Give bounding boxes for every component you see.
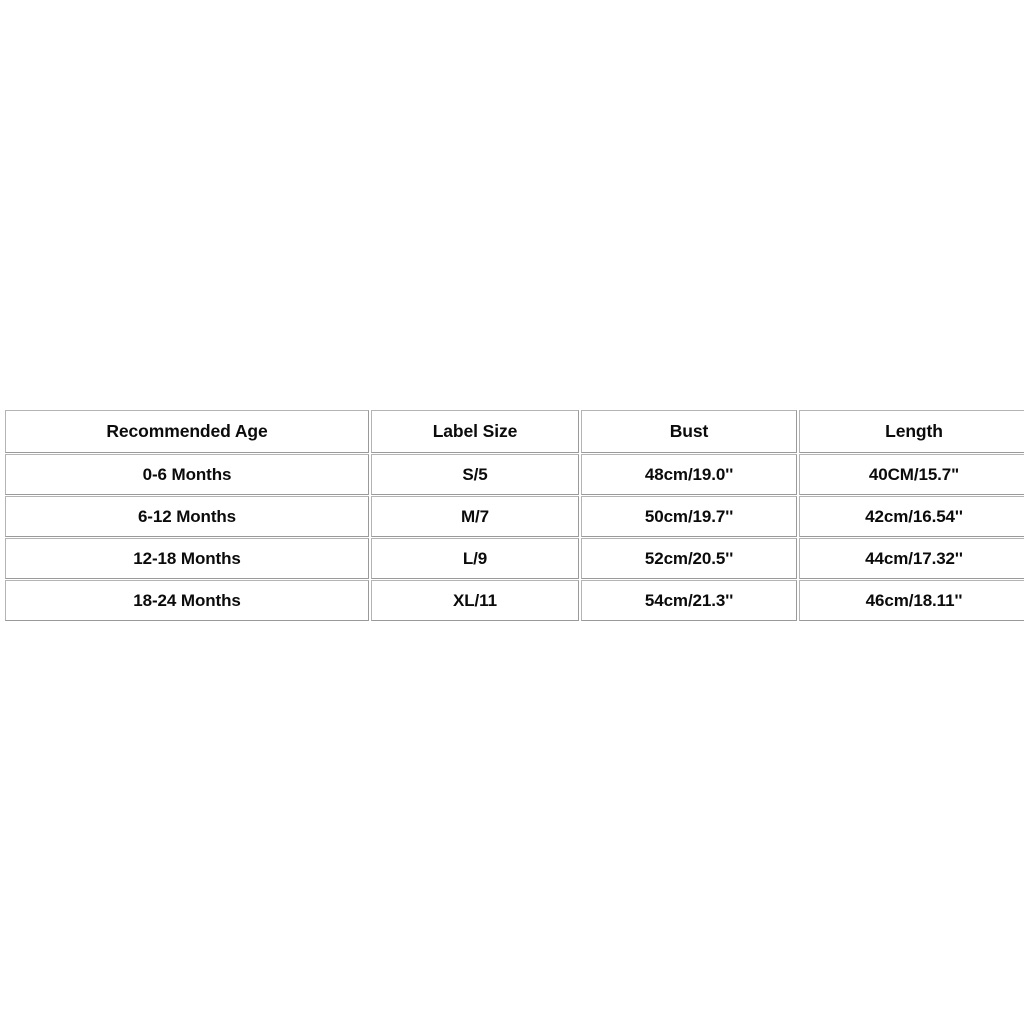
- cell-length: 46cm/18.11'': [799, 580, 1024, 621]
- column-header-label: Recommended Age: [106, 420, 268, 441]
- cell-recommended-age: 6-12 Months: [5, 496, 369, 537]
- cell-text: 42cm/16.54'': [865, 507, 963, 526]
- cell-text: 6-12 Months: [137, 507, 237, 526]
- cell-label-size: M/7: [371, 496, 579, 537]
- cell-text: M/7: [460, 507, 490, 526]
- cell-bust: 52cm/20.5'': [581, 538, 797, 579]
- cell-label-size: S/5: [371, 454, 579, 495]
- cell-text: 40CM/15.7": [868, 465, 960, 484]
- cell-text: 18-24 Months: [133, 591, 241, 610]
- column-header-label: Label Size: [432, 420, 518, 441]
- cell-recommended-age: 0-6 Months: [5, 454, 369, 495]
- column-header-recommended-age: Recommended Age: [5, 410, 369, 453]
- size-chart-container: Recommended Age Label Size Bust Length 0…: [3, 409, 1024, 622]
- cell-text: 50cm/19.7'': [644, 507, 734, 526]
- cell-text: 52cm/20.5'': [644, 549, 734, 568]
- table-row: 6-12 Months M/7 50cm/19.7'' 42cm/16.54'': [5, 496, 1024, 537]
- cell-text: 0-6 Months: [142, 465, 232, 484]
- cell-text: 48cm/19.0'': [644, 465, 734, 484]
- size-chart-table: Recommended Age Label Size Bust Length 0…: [3, 409, 1024, 622]
- table-row: 18-24 Months XL/11 54cm/21.3'' 46cm/18.1…: [5, 580, 1024, 621]
- column-header-label: Length: [885, 420, 943, 441]
- cell-label-size: XL/11: [371, 580, 579, 621]
- cell-label-size: L/9: [371, 538, 579, 579]
- cell-bust: 54cm/21.3'': [581, 580, 797, 621]
- column-header-label-size: Label Size: [371, 410, 579, 453]
- table-row: 12-18 Months L/9 52cm/20.5'' 44cm/17.32'…: [5, 538, 1024, 579]
- cell-text: 12-18 Months: [133, 549, 241, 568]
- cell-length: 44cm/17.32'': [799, 538, 1024, 579]
- cell-text: 54cm/21.3'': [644, 591, 734, 610]
- cell-length: 42cm/16.54'': [799, 496, 1024, 537]
- table-row: 0-6 Months S/5 48cm/19.0'' 40CM/15.7": [5, 454, 1024, 495]
- cell-recommended-age: 18-24 Months: [5, 580, 369, 621]
- cell-length: 40CM/15.7": [799, 454, 1024, 495]
- cell-text: S/5: [462, 465, 488, 484]
- column-header-length: Length: [799, 410, 1024, 453]
- cell-bust: 48cm/19.0'': [581, 454, 797, 495]
- cell-text: L/9: [462, 549, 488, 568]
- cell-recommended-age: 12-18 Months: [5, 538, 369, 579]
- cell-text: 46cm/18.11'': [865, 591, 963, 610]
- cell-text: XL/11: [453, 591, 497, 610]
- cell-bust: 50cm/19.7'': [581, 496, 797, 537]
- table-header-row: Recommended Age Label Size Bust Length: [5, 410, 1024, 453]
- cell-text: 44cm/17.32'': [865, 549, 963, 568]
- column-header-label: Bust: [669, 420, 709, 441]
- column-header-bust: Bust: [581, 410, 797, 453]
